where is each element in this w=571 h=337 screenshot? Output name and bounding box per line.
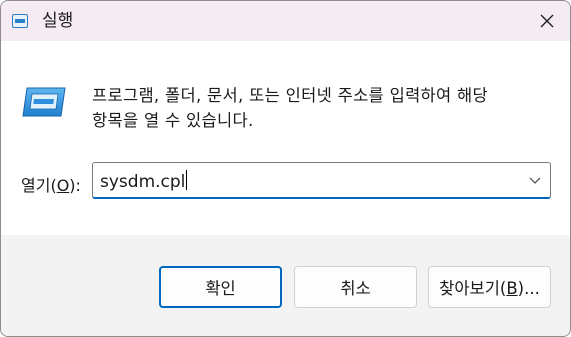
open-input[interactable]: sysdm.cpl bbox=[100, 170, 188, 192]
text-caret bbox=[186, 170, 188, 190]
button-bar: 확인 취소 찾아보기(B)... bbox=[1, 235, 570, 336]
run-dialog-icon bbox=[22, 87, 66, 117]
open-label: 열기(O): bbox=[21, 176, 81, 195]
chevron-down-icon[interactable] bbox=[528, 174, 542, 186]
open-access-key: O bbox=[56, 176, 70, 195]
close-icon bbox=[540, 14, 554, 28]
browse-button[interactable]: 찾아보기(B)... bbox=[428, 266, 551, 308]
instruction-line-2: 항목을 열 수 있습니다. bbox=[92, 111, 254, 130]
instruction-line-1: 프로그램, 폴더, 문서, 또는 인터넷 주소를 입력하여 해당 bbox=[92, 86, 489, 105]
open-input-value: sysdm.cpl bbox=[100, 172, 186, 192]
run-dialog: 실행 프로그램, 폴더, 문서, 또는 인터넷 주소를 입력하여 해당 항목을 … bbox=[0, 0, 571, 337]
dialog-content: 프로그램, 폴더, 문서, 또는 인터넷 주소를 입력하여 해당 항목을 열 수… bbox=[1, 41, 570, 235]
instruction-text: 프로그램, 폴더, 문서, 또는 인터넷 주소를 입력하여 해당 항목을 열 수… bbox=[92, 83, 552, 133]
run-app-icon bbox=[12, 14, 28, 28]
ok-button-label: 확인 bbox=[205, 279, 236, 298]
close-button[interactable] bbox=[524, 1, 570, 41]
cancel-button-label: 취소 bbox=[340, 279, 371, 298]
browse-access-key: B bbox=[506, 279, 518, 298]
open-combobox[interactable]: sysdm.cpl bbox=[92, 162, 551, 199]
window-title: 실행 bbox=[42, 11, 74, 31]
browse-button-label: 찾아보기(B)... bbox=[439, 279, 540, 298]
title-bar[interactable]: 실행 bbox=[1, 1, 570, 41]
cancel-button[interactable]: 취소 bbox=[294, 266, 417, 308]
ok-button[interactable]: 확인 bbox=[159, 266, 282, 308]
